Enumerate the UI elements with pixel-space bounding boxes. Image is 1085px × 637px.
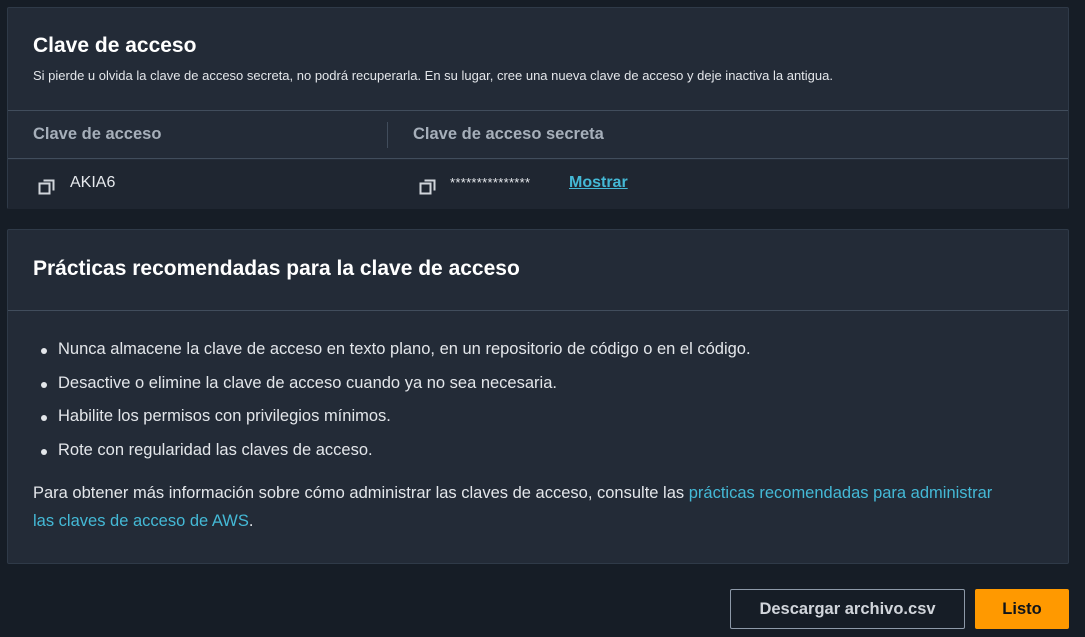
panel-description: Si pierde u olvida la clave de acceso se… xyxy=(33,68,833,83)
more-info-text: Para obtener más información sobre cómo … xyxy=(33,479,1013,535)
done-button[interactable]: Listo xyxy=(975,589,1069,629)
list-item: Desactive o elimine la clave de acceso c… xyxy=(41,374,751,408)
list-item: Nunca almacene la clave de acceso en tex… xyxy=(41,340,751,374)
show-secret-link[interactable]: Mostrar xyxy=(569,174,628,192)
more-info-suffix: . xyxy=(248,512,254,530)
access-key-value: AKIA6 xyxy=(70,174,116,191)
panel-title: Clave de acceso xyxy=(33,34,197,57)
more-info-prefix: Para obtener más información sobre cómo … xyxy=(33,484,689,502)
column-separator xyxy=(387,122,388,148)
secret-key-mask: *************** xyxy=(450,175,531,190)
table-row xyxy=(8,160,1068,209)
divider xyxy=(8,110,1068,111)
download-csv-button[interactable]: Descargar archivo.csv xyxy=(730,589,965,629)
divider xyxy=(8,158,1068,159)
column-header-access-key: Clave de acceso xyxy=(33,125,162,143)
copy-icon[interactable] xyxy=(419,178,437,196)
best-practices-panel: Prácticas recomendadas para la clave de … xyxy=(7,229,1069,564)
list-item: Habilite los permisos con privilegios mí… xyxy=(41,407,751,441)
list-item: Rote con regularidad las claves de acces… xyxy=(41,441,751,475)
column-header-secret-key: Clave de acceso secreta xyxy=(413,125,604,143)
best-practices-list: Nunca almacene la clave de acceso en tex… xyxy=(41,340,751,475)
copy-icon[interactable] xyxy=(38,178,56,196)
panel-title: Prácticas recomendadas para la clave de … xyxy=(33,257,520,280)
divider xyxy=(8,310,1068,311)
access-key-panel: Clave de acceso Si pierde u olvida la cl… xyxy=(7,7,1069,209)
